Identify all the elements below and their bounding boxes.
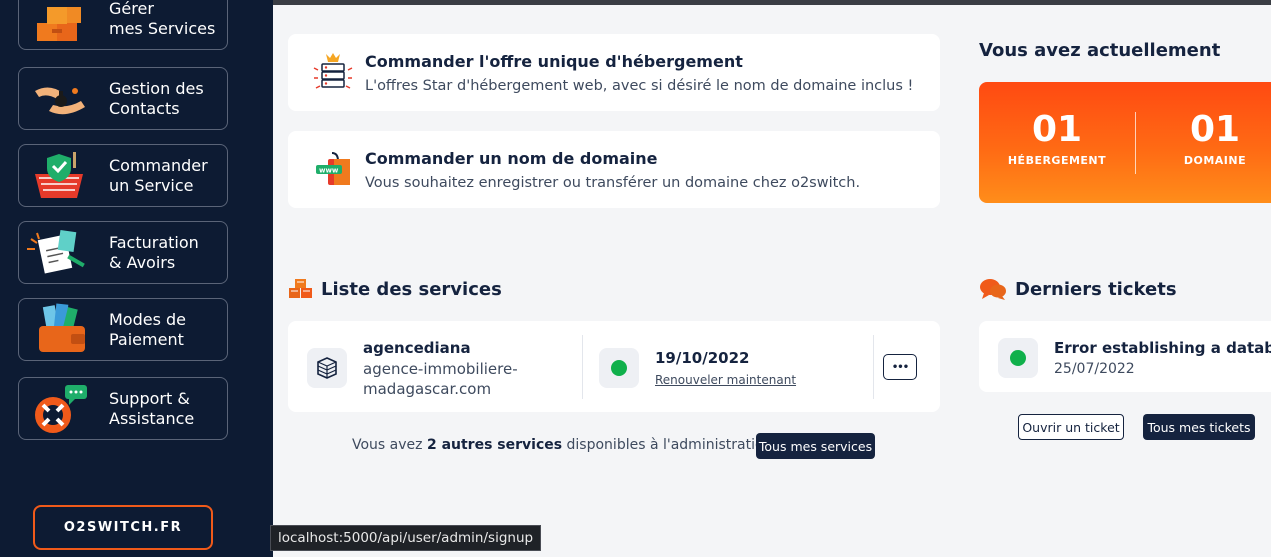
sidebar-item-order-service[interactable]: Commander un Service	[18, 144, 228, 207]
status-dot	[1010, 350, 1026, 366]
sidebar-item-billing[interactable]: Facturation & Avoirs	[18, 221, 228, 284]
sidebar-item-label: Gestion des Contacts	[109, 78, 204, 118]
all-tickets-button[interactable]: Tous mes tickets	[1143, 414, 1255, 440]
server-crown-icon	[310, 50, 356, 96]
service-name[interactable]: agencediana	[363, 339, 471, 357]
domain-label: DOMAINE	[1183, 154, 1247, 167]
ticket-status-box	[998, 338, 1038, 378]
more-options-button[interactable]: •••	[883, 354, 917, 380]
lifebuoy-icon	[19, 377, 109, 440]
services-title: Liste des services	[321, 279, 502, 300]
services-footer-text: Vous avez 2 autres services disponibles …	[352, 437, 772, 453]
sidebar-item-contacts[interactable]: Gestion des Contacts	[18, 67, 228, 130]
boxes-icon	[19, 0, 109, 50]
hosting-count: 01	[1031, 109, 1083, 150]
svg-text:www: www	[319, 167, 339, 175]
sidebar: Gérer mes Services Gestion des Contacts	[0, 0, 273, 557]
all-services-button[interactable]: Tous mes services	[756, 433, 875, 459]
sidebar-item-payment[interactable]: Modes de Paiement	[18, 298, 228, 361]
open-ticket-button[interactable]: Ouvrir un ticket	[1018, 414, 1124, 440]
offer-description: Vous souhaitez enregistrer ou transférer…	[365, 175, 861, 191]
hosting-label: HÉBERGEMENT	[1007, 154, 1107, 167]
offer-title: Commander un nom de domaine	[365, 149, 658, 168]
offer-hosting-card[interactable]: Commander l'offre unique d'hébergement L…	[288, 34, 940, 111]
hosting-counter: 01 HÉBERGEMENT	[997, 109, 1117, 168]
divider	[873, 335, 874, 399]
cubes-icon	[288, 278, 314, 304]
sidebar-item-label: Support & Assistance	[109, 388, 195, 428]
offer-title: Commander l'offre unique d'hébergement	[365, 52, 743, 71]
footer-prefix: Vous avez	[352, 437, 427, 453]
sidebar-item-label: Commander un Service	[109, 155, 208, 195]
tickets-title: Derniers tickets	[1015, 279, 1177, 300]
service-type-box	[307, 348, 347, 388]
service-expiry-date: 19/10/2022	[655, 349, 750, 367]
offer-domain-card[interactable]: www Commander un nom de domaine Vous sou…	[288, 131, 940, 208]
service-row: agencediana agence-immobiliere- madagasc…	[288, 321, 940, 412]
summary-counters: 01 HÉBERGEMENT 01 DOMAINE	[979, 82, 1271, 203]
browser-status-url: localhost:5000/api/user/admin/signup	[270, 525, 542, 551]
offer-description: L'offres Star d'hébergement web, avec si…	[365, 78, 914, 94]
counter-divider	[1135, 112, 1136, 174]
sidebar-item-support[interactable]: Support & Assistance	[18, 377, 228, 440]
divider	[582, 335, 583, 399]
footer-count: 2 autres services	[426, 437, 563, 453]
invoice-icon	[19, 221, 109, 284]
sidebar-item-label: Gérer mes Services	[109, 0, 216, 38]
summary-title: Vous avez actuellement	[979, 40, 1221, 61]
database-cube-icon	[317, 357, 337, 379]
ticket-date: 25/07/2022	[1054, 361, 1135, 377]
sidebar-item-manage-services[interactable]: Gérer mes Services	[18, 0, 228, 50]
status-dot	[611, 360, 627, 376]
footer-suffix: disponibles à l'administration	[562, 437, 773, 453]
service-status-box	[599, 348, 639, 388]
chat-bubbles-icon	[979, 277, 1007, 305]
sidebar-item-label: Modes de Paiement	[109, 309, 187, 349]
domain-count: 01	[1189, 109, 1241, 150]
ticket-row[interactable]: Error establishing a datab ... 25/07/202…	[979, 321, 1271, 392]
renew-link[interactable]: Renouveler maintenant	[655, 373, 796, 387]
service-domain: agence-immobiliere- madagascar.com	[363, 360, 518, 398]
handshake-icon	[19, 67, 109, 130]
sidebar-item-label: Facturation & Avoirs	[109, 232, 199, 272]
domain-counter: 01 DOMAINE	[1165, 109, 1265, 168]
wallet-icon	[19, 298, 109, 361]
o2switch-site-button[interactable]: O2SWITCH.FR	[33, 505, 213, 550]
shopping-basket-icon	[19, 144, 109, 207]
www-bag-icon: www	[310, 149, 356, 195]
ticket-subject[interactable]: Error establishing a datab ...	[1054, 339, 1271, 357]
